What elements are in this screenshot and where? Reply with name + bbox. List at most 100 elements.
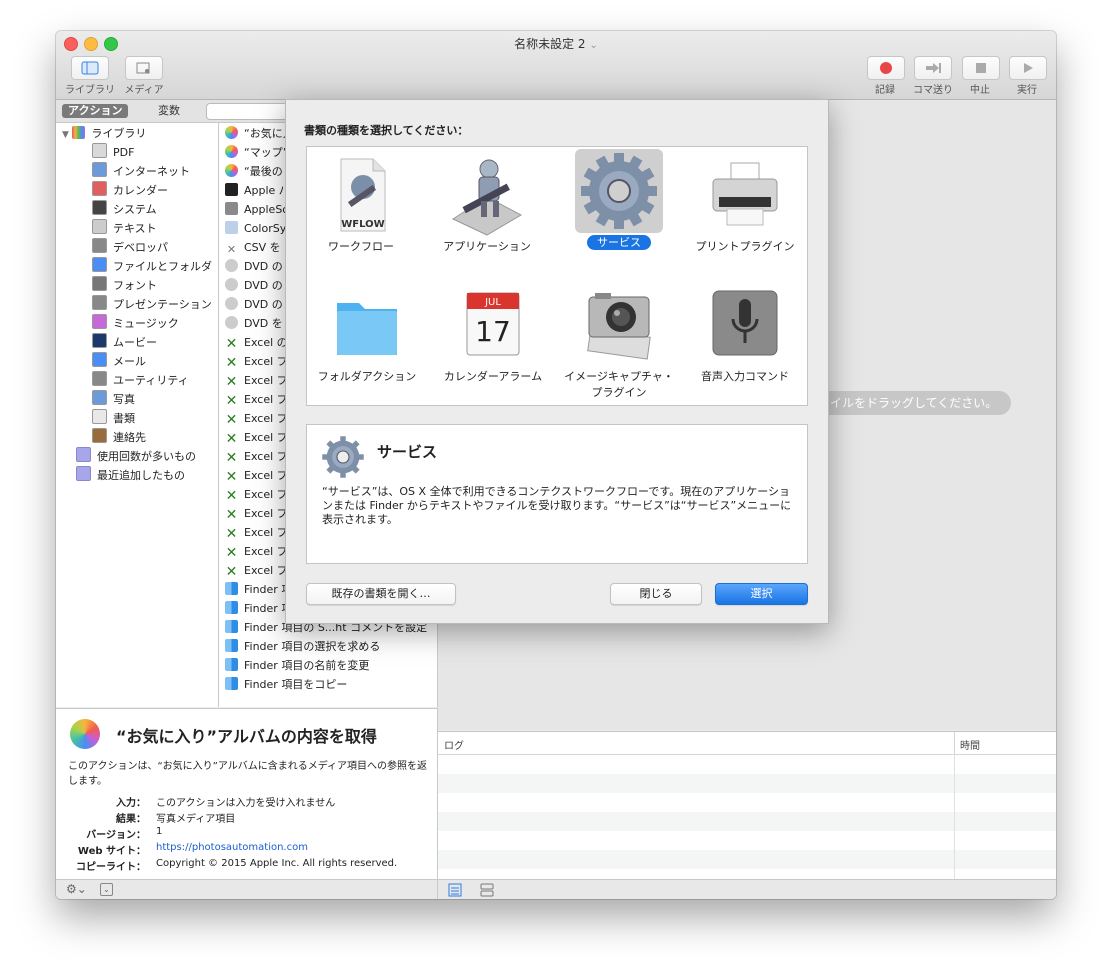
tab-variables[interactable]: 変数 [152, 104, 186, 118]
action-item-label: “最後の [244, 165, 283, 178]
log-column-header[interactable]: ログ [444, 737, 464, 752]
library-item[interactable]: 連絡先 [92, 428, 146, 447]
action-item[interactable]: “お気に入 [225, 124, 294, 143]
action-item[interactable]: DVD の [225, 295, 283, 314]
close-button[interactable]: 閉じる [610, 583, 702, 605]
action-item[interactable]: DVD を [225, 314, 283, 333]
type-workflow[interactable]: WFLOW ワークフロー [301, 153, 421, 255]
chevron-down-icon: ⌄ [589, 40, 598, 51]
library-toggle-button[interactable] [71, 56, 109, 80]
action-item[interactable]: AppleSc [225, 200, 288, 219]
choose-button[interactable]: 選択 [715, 583, 808, 605]
action-item[interactable]: Apple パ [225, 181, 290, 200]
library-item-label: デベロッパ [113, 241, 168, 254]
library-item[interactable]: システム [92, 200, 157, 219]
library-books-icon [72, 126, 86, 139]
library-item[interactable]: ファイルとフォルダ [92, 257, 212, 276]
action-item-label: Excel プ [244, 526, 288, 539]
action-item[interactable]: ✕ Excel プ [225, 390, 288, 409]
action-item[interactable]: ✕ Excel プ [225, 504, 288, 523]
window-title[interactable]: 名称未設定 2 ⌄ [56, 35, 1056, 52]
library-item[interactable]: フォント [92, 276, 157, 295]
toggle-description-icon[interactable]: ⌄ [100, 883, 113, 896]
smart-group-item[interactable]: 使用回数が多いもの [76, 447, 196, 466]
split-view-icon[interactable] [480, 883, 494, 897]
photos-icon [70, 719, 100, 749]
library-item[interactable]: インターネット [92, 162, 190, 181]
type-print-plugin[interactable]: プリントプラグイン [685, 153, 805, 255]
action-item[interactable]: ✕ Excel プ [225, 447, 288, 466]
action-item[interactable]: ✕ Excel プ [225, 561, 288, 580]
library-item[interactable]: カレンダー [92, 181, 168, 200]
action-item-label: Finder 項目の選択を求める [244, 640, 381, 653]
media-toolbar-label: メディア [124, 85, 164, 96]
type-folder-action[interactable]: フォルダアクション [307, 283, 427, 385]
type-image-capture-plugin[interactable]: イメージキャプチャ・プラグイン [559, 283, 679, 401]
action-item[interactable]: DVD の [225, 257, 283, 276]
action-item-label: Excel プ [244, 564, 288, 577]
record-button[interactable] [867, 56, 905, 80]
action-item[interactable]: ✕ Excel フ [225, 352, 288, 371]
search-input[interactable] [206, 103, 288, 120]
library-item[interactable]: ムービー [92, 333, 157, 352]
stop-button[interactable] [962, 56, 1000, 80]
action-item[interactable]: ✕ Excel プ [225, 523, 288, 542]
type-label: アプリケーション [443, 240, 531, 253]
field-value: 1 [156, 826, 163, 837]
open-existing-button[interactable]: 既存の書類を開く… [306, 583, 456, 605]
library-item[interactable]: プレゼンテーション [92, 295, 212, 314]
action-item[interactable]: “マップ” [225, 143, 288, 162]
type-label: イメージキャプチャ・プラグイン [564, 370, 674, 399]
action-item[interactable]: ✕ Excel の [225, 333, 288, 352]
tab-actions[interactable]: アクション [62, 104, 129, 118]
action-item[interactable]: Finder 項目の選択を求める [225, 637, 380, 656]
time-column-header[interactable]: 時間 [960, 737, 980, 752]
action-item[interactable]: DVD の [225, 276, 283, 295]
type-dictation-command[interactable]: 音声入力コマンド [685, 283, 805, 385]
type-label: プリントプラグイン [695, 240, 795, 253]
library-item[interactable]: ユーティリティ [92, 371, 189, 390]
library-item[interactable]: デベロッパ [92, 238, 168, 257]
action-item[interactable]: “最後の [225, 162, 283, 181]
library-root[interactable]: ▼ ライブラリ [62, 124, 146, 143]
library-item[interactable]: テキスト [92, 219, 157, 238]
action-item[interactable]: ✕ Excel プ [225, 409, 288, 428]
action-item[interactable]: Finder 項目をコピー [225, 675, 347, 694]
run-button[interactable] [1009, 56, 1047, 80]
type-application[interactable]: アプリケーション [427, 153, 547, 255]
action-item-label: Excel フ [244, 355, 288, 368]
action-description: “お気に入り”アルバムの内容を取得 このアクションは、“お気に入り”アルバムに含… [56, 708, 438, 880]
library-item[interactable]: メール [92, 352, 146, 371]
action-item[interactable]: ✕ CSV を [225, 238, 281, 257]
action-item[interactable]: ✕ Excel フ [225, 371, 288, 390]
action-item[interactable]: ✕ Excel プ [225, 428, 288, 447]
action-item[interactable]: Finder 項 [225, 580, 292, 599]
excel-icon: ✕ [225, 431, 238, 447]
type-calendar-alarm[interactable]: JUL 17 カレンダーアラーム [433, 283, 553, 385]
action-item[interactable]: ✕ Excel プ [225, 466, 288, 485]
excel-icon: ✕ [225, 545, 238, 561]
website-link[interactable]: https://photosautomation.com [156, 842, 308, 853]
excel-icon: ✕ [225, 355, 238, 371]
smart-group-item[interactable]: 最近追加したもの [76, 466, 185, 485]
excel-icon: ✕ [225, 507, 238, 523]
description-field: 結果： 写真メディア項目 [68, 810, 428, 825]
action-item[interactable]: ✕ Excel プ [225, 485, 288, 504]
photos-icon [225, 164, 238, 177]
action-item[interactable]: ✕ Excel プ [225, 542, 288, 561]
action-item[interactable]: ColorSy [225, 219, 286, 238]
library-item[interactable]: 書類 [92, 409, 135, 428]
type-service[interactable]: サービス [559, 149, 679, 251]
library-item[interactable]: ミュージック [92, 314, 179, 333]
action-item[interactable]: Finder 項目の名前を変更 [225, 656, 369, 675]
disclosure-triangle-icon[interactable]: ▼ [62, 130, 69, 140]
info-title: サービス [377, 443, 438, 461]
list-view-icon[interactable] [448, 883, 462, 897]
field-key: コピーライト： [76, 862, 146, 873]
gear-menu-icon[interactable]: ⚙⌄ [66, 882, 87, 896]
smart-group-label: 使用回数が多いもの [97, 450, 196, 463]
library-item[interactable]: PDF [92, 143, 134, 162]
library-item[interactable]: 写真 [92, 390, 135, 409]
step-button[interactable] [914, 56, 952, 80]
media-button[interactable] [125, 56, 163, 80]
